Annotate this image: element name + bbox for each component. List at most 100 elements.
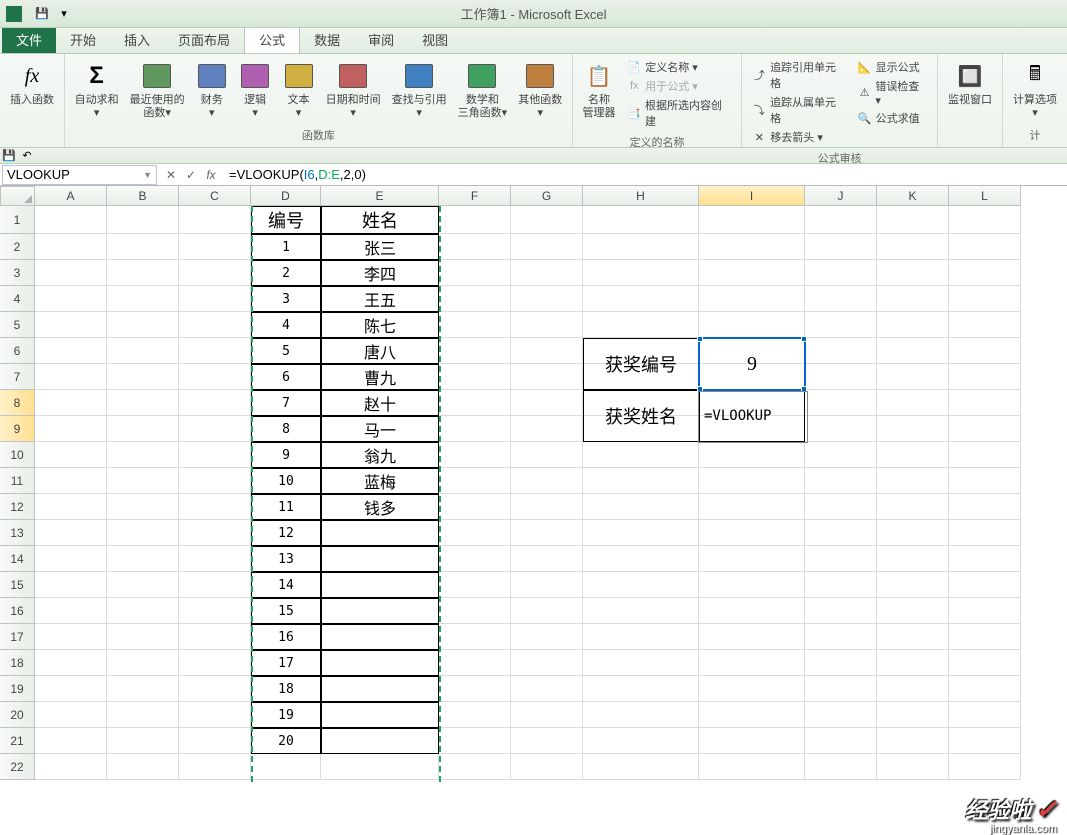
cell-J15[interactable] [805,572,877,598]
cell-A5[interactable] [35,312,107,338]
fn-lib-button-3[interactable]: 逻辑 ▾ [235,58,274,122]
cell-G1[interactable] [511,206,583,234]
cell-F16[interactable] [439,598,511,624]
file-tab[interactable]: 文件 [2,26,56,53]
cell-K4[interactable] [877,286,949,312]
cell-D20[interactable]: 19 [251,702,321,728]
cell-C20[interactable] [179,702,251,728]
cell-F15[interactable] [439,572,511,598]
cell-B1[interactable] [107,206,179,234]
cell-L19[interactable] [949,676,1021,702]
cell-A15[interactable] [35,572,107,598]
cell-E2[interactable]: 张三 [321,234,439,260]
cell-A19[interactable] [35,676,107,702]
cell-C17[interactable] [179,624,251,650]
cell-C7[interactable] [179,364,251,390]
cell-D9[interactable]: 8 [251,416,321,442]
cell-J13[interactable] [805,520,877,546]
cell-K19[interactable] [877,676,949,702]
cell-B10[interactable] [107,442,179,468]
cell-K12[interactable] [877,494,949,520]
cell-H13[interactable] [583,520,699,546]
cell-F6[interactable] [439,338,511,364]
cell-A22[interactable] [35,754,107,780]
cell-J14[interactable] [805,546,877,572]
cell-K3[interactable] [877,260,949,286]
cell-E5[interactable]: 陈七 [321,312,439,338]
row-header-17[interactable]: 17 [0,624,35,650]
qat2-undo-icon[interactable]: ↶ [20,149,34,163]
cell-C4[interactable] [179,286,251,312]
cell-L15[interactable] [949,572,1021,598]
cell-G19[interactable] [511,676,583,702]
cell-D10[interactable]: 9 [251,442,321,468]
col-header-E[interactable]: E [321,186,439,206]
menu-insert[interactable]: 插入 [110,26,164,53]
col-header-K[interactable]: K [877,186,949,206]
row-header-1[interactable]: 1 [0,206,35,234]
fn-lib-button-0[interactable]: Σ自动求和 ▾ [71,58,122,122]
cell-D12[interactable]: 11 [251,494,321,520]
cell-F9[interactable] [439,416,511,442]
cell-C1[interactable] [179,206,251,234]
cell-I14[interactable] [699,546,805,572]
cell-I16[interactable] [699,598,805,624]
cell-E19[interactable] [321,676,439,702]
cell-B4[interactable] [107,286,179,312]
audit-item-0-0[interactable]: ⤴追踪引用单元格 [748,58,849,92]
qat-save-icon[interactable]: 💾 [32,4,52,24]
cell-A13[interactable] [35,520,107,546]
cell-F5[interactable] [439,312,511,338]
cell-D16[interactable]: 15 [251,598,321,624]
cell-I11[interactable] [699,468,805,494]
row-header-10[interactable]: 10 [0,442,35,468]
cell-J18[interactable] [805,650,877,676]
cell-L21[interactable] [949,728,1021,754]
cell-D1[interactable]: 编号 [251,206,321,234]
cell-B15[interactable] [107,572,179,598]
cell-J9[interactable] [805,416,877,442]
cell-I3[interactable] [699,260,805,286]
cell-I21[interactable] [699,728,805,754]
menu-formulas[interactable]: 公式 [244,25,300,53]
cell-H3[interactable] [583,260,699,286]
cell-A4[interactable] [35,286,107,312]
cell-K15[interactable] [877,572,949,598]
cell-E7[interactable]: 曹九 [321,364,439,390]
cell-E18[interactable] [321,650,439,676]
cell-J1[interactable] [805,206,877,234]
cell-D6[interactable]: 5 [251,338,321,364]
cell-L17[interactable] [949,624,1021,650]
cell-C19[interactable] [179,676,251,702]
cell-K16[interactable] [877,598,949,624]
cell-L13[interactable] [949,520,1021,546]
cell-H19[interactable] [583,676,699,702]
name-box[interactable]: VLOOKUP ▼ [2,165,157,185]
cell-K9[interactable] [877,416,949,442]
cell-K7[interactable] [877,364,949,390]
cell-C14[interactable] [179,546,251,572]
cell-F1[interactable] [439,206,511,234]
cell-I1[interactable] [699,206,805,234]
cell-H12[interactable] [583,494,699,520]
cell-H15[interactable] [583,572,699,598]
row-header-16[interactable]: 16 [0,598,35,624]
row-header-18[interactable]: 18 [0,650,35,676]
cell-A20[interactable] [35,702,107,728]
cell-H18[interactable] [583,650,699,676]
cell-A17[interactable] [35,624,107,650]
cell-H20[interactable] [583,702,699,728]
cell-L6[interactable] [949,338,1021,364]
audit-item-0-2[interactable]: ✕移去箭头 ▾ [748,128,849,146]
cell-I22[interactable] [699,754,805,780]
cell-H22[interactable] [583,754,699,780]
name-box-dropdown-icon[interactable]: ▼ [143,170,152,180]
cell-D22[interactable] [251,754,321,780]
cell-I15[interactable] [699,572,805,598]
audit-item-1-2[interactable]: 🔍公式求值 [854,109,931,127]
cell-F11[interactable] [439,468,511,494]
row-header-7[interactable]: 7 [0,364,35,390]
cell-E8[interactable]: 赵十 [321,390,439,416]
cell-F17[interactable] [439,624,511,650]
cell-A18[interactable] [35,650,107,676]
